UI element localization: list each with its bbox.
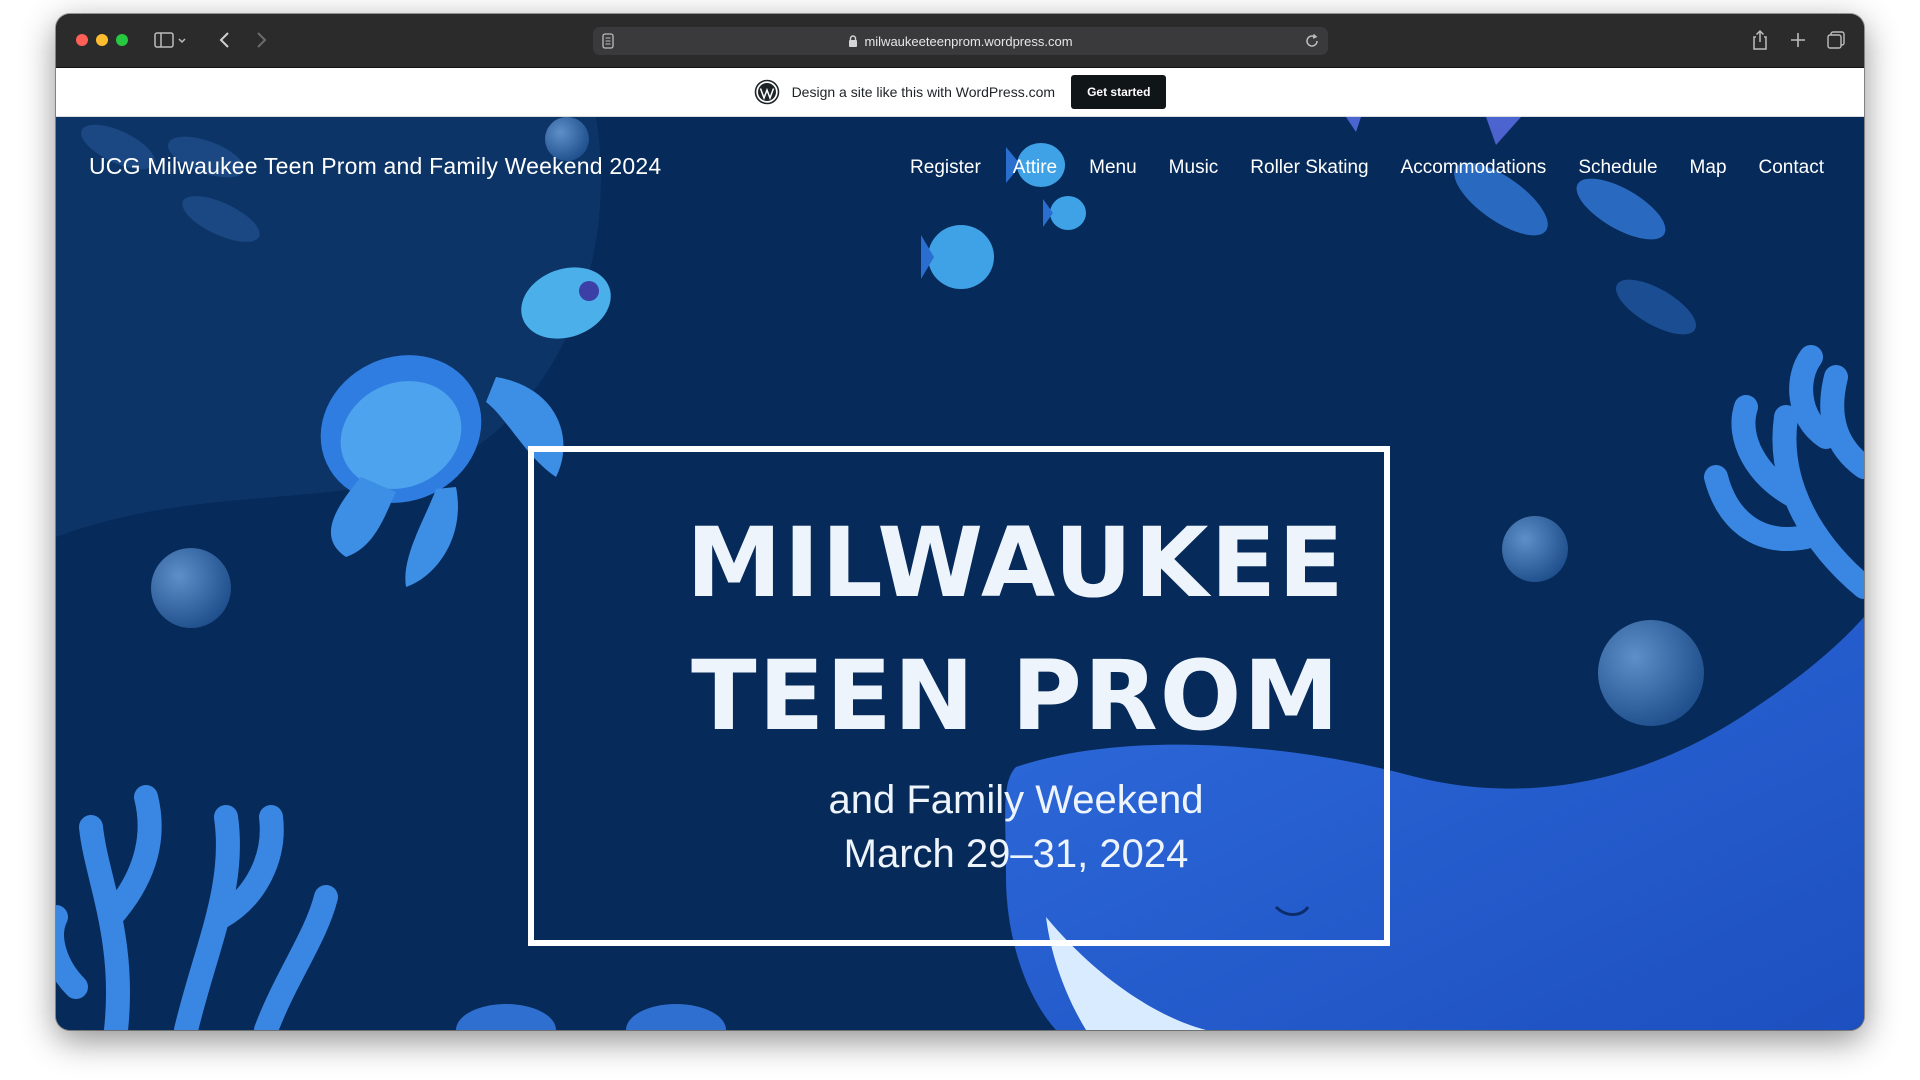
- site-title[interactable]: UCG Milwaukee Teen Prom and Family Weeke…: [89, 153, 661, 180]
- nav-contact[interactable]: Contact: [1759, 157, 1824, 179]
- wordpress-banner-text[interactable]: Design a site like this with WordPress.c…: [792, 84, 1056, 100]
- browser-window: milwaukeeteenprom.wordpress.com Design a…: [56, 14, 1864, 1030]
- coral-right: [1704, 345, 1864, 599]
- hero-subtitle: and Family Weekend: [828, 778, 1204, 822]
- hero-date: March 29–31, 2024: [843, 832, 1189, 876]
- reload-icon[interactable]: [1304, 33, 1320, 52]
- browser-toolbar: milwaukeeteenprom.wordpress.com: [56, 14, 1864, 68]
- nav-map[interactable]: Map: [1690, 157, 1727, 179]
- nav-menu[interactable]: Menu: [1089, 157, 1137, 179]
- share-icon[interactable]: [1751, 28, 1769, 52]
- address-bar[interactable]: milwaukeeteenprom.wordpress.com: [593, 27, 1328, 55]
- nav-register[interactable]: Register: [910, 157, 981, 179]
- lock-icon: [848, 35, 858, 47]
- nav-schedule[interactable]: Schedule: [1578, 157, 1657, 179]
- coral-left: [56, 785, 338, 1030]
- get-started-button[interactable]: Get started: [1071, 75, 1167, 109]
- close-window-button[interactable]: [76, 34, 88, 46]
- light-shape: [56, 117, 601, 537]
- new-tab-icon[interactable]: [1789, 28, 1807, 52]
- url-text: milwaukeeteenprom.wordpress.com: [864, 33, 1073, 49]
- forward-icon[interactable]: [254, 28, 268, 52]
- tab-overview-icon[interactable]: [1826, 28, 1846, 52]
- wordpress-logo-icon[interactable]: [754, 79, 780, 105]
- nav-music[interactable]: Music: [1169, 157, 1219, 179]
- sidebar-toggle-icon[interactable]: [154, 28, 188, 52]
- back-icon[interactable]: [218, 28, 232, 52]
- zoom-window-button[interactable]: [116, 34, 128, 46]
- seaweed-bottom: [456, 1004, 726, 1030]
- minimize-window-button[interactable]: [96, 34, 108, 46]
- nav-roller-skating[interactable]: Roller Skating: [1250, 157, 1368, 179]
- reader-icon[interactable]: [601, 33, 615, 52]
- wordpress-banner: Design a site like this with WordPress.c…: [56, 68, 1864, 117]
- nav-accommodations[interactable]: Accommodations: [1401, 157, 1547, 179]
- hero-title-line2: TEEN PROM: [691, 640, 1341, 752]
- nav-attire[interactable]: Attire: [1013, 157, 1057, 179]
- main-nav: Register Attire Menu Music Roller Skatin…: [910, 157, 1824, 179]
- fish-school-right: [1346, 117, 1696, 335]
- site-page: UCG Milwaukee Teen Prom and Family Weeke…: [56, 117, 1864, 1030]
- hero-title-line1: MILWAUKEE: [686, 507, 1346, 619]
